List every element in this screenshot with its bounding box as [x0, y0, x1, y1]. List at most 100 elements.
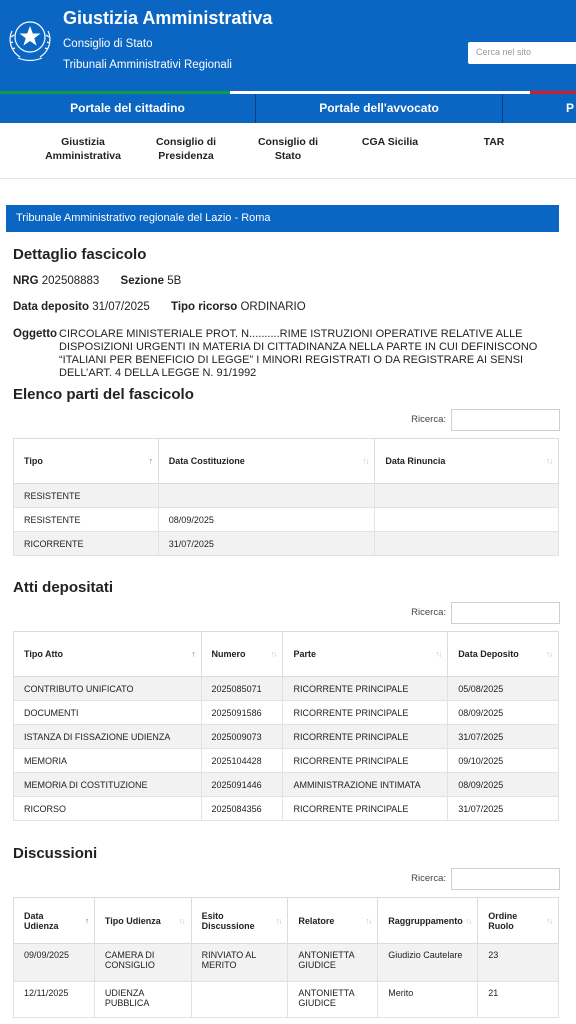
nav-label-line: Amministrativa — [45, 150, 121, 162]
cell-text: GIUDICE — [298, 960, 336, 970]
column-header-data-deposito[interactable]: Data Deposito ↑↓ — [447, 631, 559, 677]
sort-asc-icon: ↑ — [148, 456, 153, 466]
sort-both-icon: ↑↓ — [362, 456, 369, 466]
column-header-relatore[interactable]: Relatore ↑↓ — [287, 897, 379, 944]
header-label: Relatore — [298, 915, 335, 926]
nav-giustizia-amministrativa[interactable]: Giustizia Amministrativa — [33, 135, 133, 163]
nav-cga-sicilia[interactable]: CGA Sicilia — [340, 135, 440, 149]
discussioni-search-input[interactable] — [451, 868, 560, 890]
sezione-label: Sezione — [120, 275, 164, 287]
table-row: DOCUMENTI 2025091586 RICORRENTE PRINCIPA… — [13, 700, 559, 725]
cell-parte: RICORRENTE PRINCIPALE — [282, 700, 449, 725]
header-label: Data Costituzione — [168, 456, 245, 466]
cell-relatore: ANTONIETTA GIUDICE — [287, 981, 379, 1018]
header-label: Data Rinuncia — [385, 456, 446, 466]
cell-parte: RICORRENTE PRINCIPALE — [282, 676, 449, 701]
cell-parte: AMMINISTRAZIONE INTIMATA — [282, 772, 449, 797]
nav-consiglio-presidenza[interactable]: Consiglio di Presidenza — [136, 135, 236, 163]
column-header-ordine-ruolo[interactable]: Ordine Ruolo ↑↓ — [477, 897, 559, 944]
portal-divider — [502, 94, 503, 123]
deposito-label: Data deposito — [13, 301, 90, 313]
nrg-label: NRG — [13, 275, 39, 287]
table-header-row: Tipo Atto ↑ Numero ↑↓ Parte ↑↓ Data Deposit… — [13, 631, 559, 677]
cell-data-udienza: 09/09/2025 — [13, 943, 95, 982]
nav-consiglio-stato[interactable]: Consiglio di Stato — [238, 135, 338, 163]
cell-tipo-atto: ISTANZA DI FISSAZIONE UDIENZA — [13, 724, 202, 749]
sort-asc-icon: ↑ — [84, 916, 89, 925]
tribunal-title-bar: Tribunale Amministrativo regionale del L… — [6, 205, 559, 232]
column-header-data-costituzione[interactable]: Data Costituzione ↑↓ — [157, 438, 376, 484]
sort-both-icon: ↑↓ — [546, 649, 553, 659]
cell-text: Merito — [388, 988, 414, 998]
cell-data-deposito: 09/10/2025 — [447, 748, 559, 773]
table-row: MEMORIA DI COSTITUZIONE 2025091446 AMMIN… — [13, 772, 559, 797]
parti-search-label: Ricerca: — [411, 414, 446, 425]
cell-tipo-atto: DOCUMENTI — [13, 700, 202, 725]
cell-tipo-atto: MEMORIA DI COSTITUZIONE — [13, 772, 202, 797]
cell-tipo-udienza: UDIENZA PUBBLICA — [93, 981, 192, 1018]
atti-heading: Atti depositati — [13, 579, 113, 596]
sort-both-icon: ↑↓ — [270, 649, 277, 659]
portal-next-link[interactable]: P — [566, 94, 576, 123]
cell-text: 09/09/2025 — [24, 950, 70, 960]
nav-tar[interactable]: TAR — [444, 135, 544, 149]
cell-tipo-atto: MEMORIA — [13, 748, 202, 773]
column-header-parte[interactable]: Parte ↑↓ — [282, 631, 449, 677]
parti-search-input[interactable] — [451, 409, 560, 431]
cell-parte: RICORRENTE PRINCIPALE — [282, 796, 449, 821]
column-header-tipo[interactable]: Tipo ↑ — [13, 438, 159, 484]
site-search-input[interactable]: Cerca nel sito — [468, 42, 576, 64]
cell-numero: 2025084356 — [200, 796, 284, 821]
portal-avvocato-link[interactable]: Portale dell'avvocato — [256, 94, 502, 123]
cell-text: CAMERA DI — [104, 950, 155, 960]
cell-text: CONSIGLIO — [104, 960, 155, 970]
cell-numero: 2025104428 — [200, 748, 284, 773]
cell-relatore: ANTONIETTA GIUDICE — [287, 943, 379, 982]
portal-cittadino-link[interactable]: Portale del cittadino — [0, 94, 255, 123]
parti-table: Tipo ↑ Data Costituzione ↑↓ Data Rinuncia ↑… — [13, 438, 559, 556]
discussioni-table: Data Udienza ↑ Tipo Udienza ↑↓ Esito Discuss… — [13, 897, 559, 1018]
nav-label-line: CGA Sicilia — [361, 136, 419, 148]
column-header-tipo-udienza[interactable]: Tipo Udienza ↑↓ — [93, 897, 192, 944]
cell-numero: 2025009073 — [200, 724, 284, 749]
nav-label-line: Consiglio di — [257, 136, 319, 148]
cell-esito: RINVIATO AL MERITO — [190, 943, 289, 982]
header-label: Numero — [211, 649, 246, 659]
cell-data-rinuncia — [374, 507, 559, 532]
site-title[interactable]: Giustizia Amministrativa — [63, 8, 272, 29]
oggetto-value: CIRCOLARE MINISTERIALE PROT. N..........… — [59, 328, 538, 379]
cell-tipo-atto: CONTRIBUTO UNIFICATO — [13, 676, 202, 701]
cell-data-deposito: 05/08/2025 — [447, 676, 559, 701]
oggetto-label: Oggetto — [13, 328, 58, 340]
header-label: Discussione — [201, 920, 255, 931]
sort-both-icon: ↑↓ — [546, 916, 553, 925]
cell-tipo: RESISTENTE — [13, 507, 159, 532]
cell-text: RINVIATO AL MERITO — [201, 950, 256, 970]
column-header-tipo-atto[interactable]: Tipo Atto ↑ — [13, 631, 202, 677]
cell-text: 12/11/2025 — [24, 988, 69, 998]
cell-ordine-ruolo: 21 — [477, 981, 559, 1018]
cell-data-rinuncia — [374, 483, 559, 508]
nav-label-line: Giustizia — [61, 136, 105, 148]
institution-nav: Giustizia Amministrativa Consiglio di Pr… — [0, 123, 576, 179]
column-header-raggruppamento[interactable]: Raggruppamento ↑↓ — [377, 897, 479, 944]
cell-text: ANTONIETTA — [298, 950, 355, 960]
dettaglio-fascicolo-heading: Dettaglio fascicolo — [13, 246, 147, 263]
sort-both-icon: ↑↓ — [275, 916, 282, 925]
cell-tipo: RESISTENTE — [13, 483, 159, 508]
nav-label-line: Consiglio di — [155, 136, 217, 148]
header-label: Tipo Atto — [24, 649, 63, 659]
column-header-data-udienza[interactable]: Data Udienza ↑ — [13, 897, 95, 944]
cell-parte: RICORRENTE PRINCIPALE — [282, 748, 449, 773]
column-header-data-rinuncia[interactable]: Data Rinuncia ↑↓ — [374, 438, 559, 484]
table-row: RESISTENTE 08/09/2025 — [13, 507, 559, 532]
header-label: Tipo Udienza — [104, 915, 161, 926]
cell-parte: RICORRENTE PRINCIPALE — [282, 724, 449, 749]
italian-republic-emblem-icon[interactable] — [6, 13, 54, 65]
column-header-numero[interactable]: Numero ↑↓ — [200, 631, 284, 677]
atti-search-input[interactable] — [451, 602, 560, 624]
column-header-esito-discussione[interactable]: Esito Discussione ↑↓ — [190, 897, 289, 944]
sort-both-icon: ↑↓ — [465, 916, 472, 925]
table-row: 12/11/2025 UDIENZA PUBBLICA ANTONIETTA GI… — [13, 981, 559, 1018]
cell-numero: 2025091586 — [200, 700, 284, 725]
